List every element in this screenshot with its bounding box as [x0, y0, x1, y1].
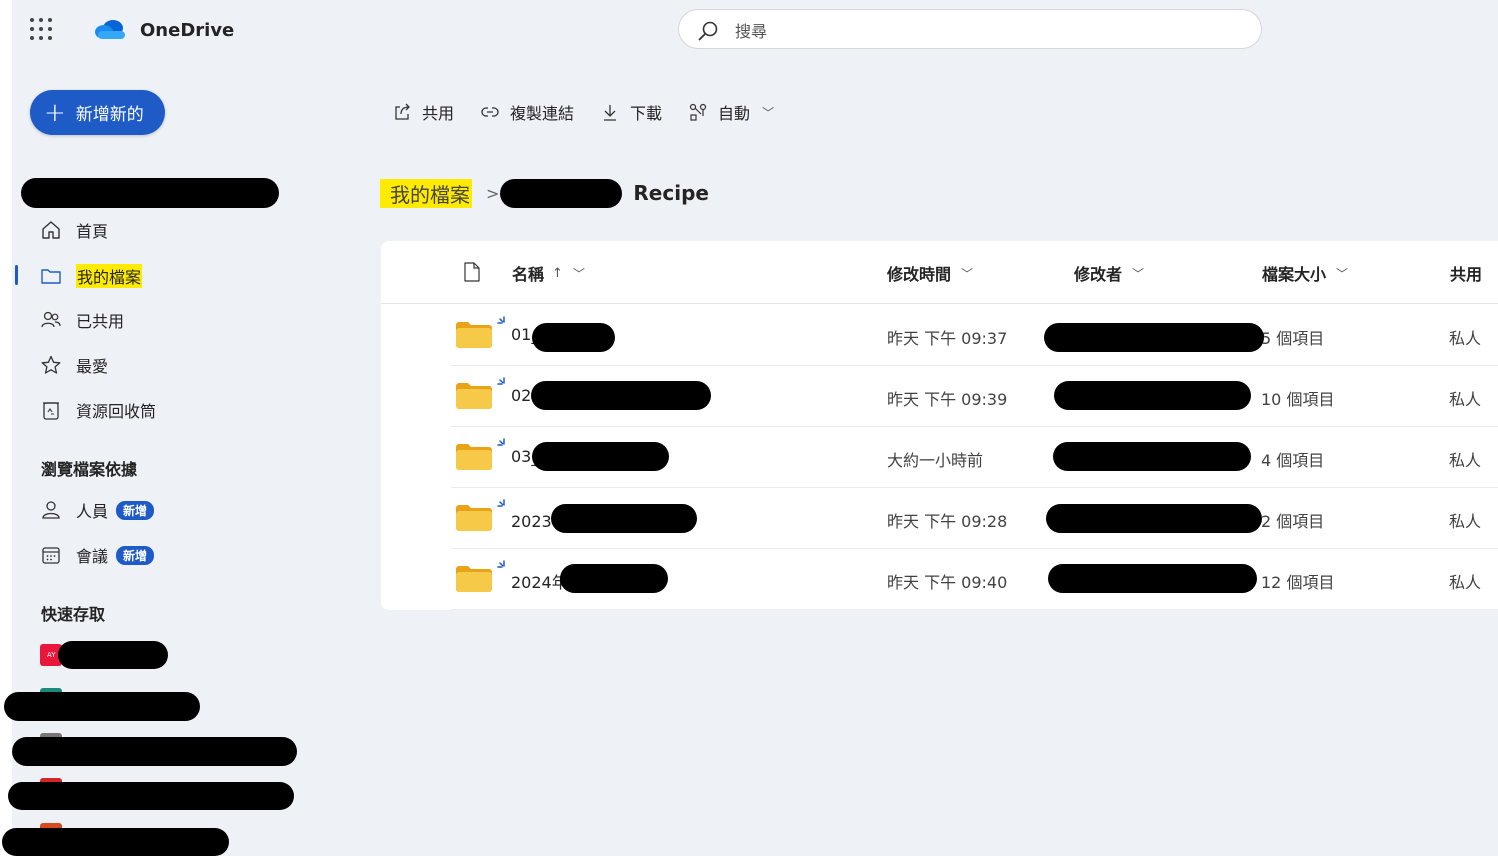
person-icon: [42, 501, 60, 519]
new-item-spark-icon: [497, 316, 505, 324]
column-header-sharing[interactable]: 共用: [1450, 261, 1482, 285]
redacted-modified-by: [1054, 381, 1251, 410]
share-command[interactable]: 共用: [392, 100, 454, 124]
chevron-down-icon: ﹀: [961, 266, 974, 281]
folder-icon: [456, 566, 492, 592]
app-title[interactable]: OneDrive: [140, 20, 234, 41]
home-icon: [42, 221, 60, 239]
redacted-account: [21, 178, 279, 208]
column-header-modified[interactable]: 修改時間 ﹀: [887, 261, 973, 285]
new-button[interactable]: + 新增新的: [30, 90, 165, 135]
left-edge: [0, 0, 12, 856]
folder-icon: [456, 322, 492, 348]
sidebar-item-favorites[interactable]: 最愛: [40, 351, 108, 379]
column-header-modified-by[interactable]: 修改者 ﹀: [1074, 261, 1144, 285]
automate-command[interactable]: 自動 ﹀: [688, 100, 774, 124]
new-badge: 新增: [116, 545, 155, 565]
top-bar: OneDrive: [12, 0, 1498, 62]
file-list: 名稱 ↑ ﹀ 修改時間 ﹀ 修改者 ﹀ 檔案大小 ﹀ 共用 01_ 昨天 下午 …: [381, 241, 1498, 610]
sidebar-item-home[interactable]: 首頁: [40, 216, 108, 244]
onedrive-logo-icon: [95, 20, 125, 39]
column-header-name[interactable]: 名稱 ↑ ﹀: [512, 261, 585, 285]
new-item-spark-icon: [497, 438, 505, 446]
search-box[interactable]: [678, 9, 1262, 49]
app-launcher-icon[interactable]: [30, 18, 52, 40]
breadcrumb-my-files[interactable]: 我的檔案: [380, 178, 472, 208]
link-icon: [481, 107, 499, 117]
sort-ascending-icon: ↑: [552, 265, 563, 281]
recycle-bin-icon: [43, 402, 59, 420]
folder-icon: [456, 444, 492, 470]
sidebar-item-shared[interactable]: 已共用: [40, 306, 124, 334]
column-header-size[interactable]: 檔案大小 ﹀: [1262, 261, 1348, 285]
chevron-down-icon: ﹀: [762, 105, 775, 120]
redacted-quick-access: [12, 737, 297, 766]
share-icon: [395, 103, 410, 120]
search-input[interactable]: [733, 18, 1237, 44]
new-button-label: 新增新的: [75, 105, 144, 125]
redacted-breadcrumb: [500, 179, 622, 208]
chevron-down-icon: ﹀: [1132, 266, 1145, 281]
active-indicator: [15, 265, 18, 285]
chevron-right-icon: >: [486, 183, 500, 203]
redacted-file-name: [532, 442, 669, 471]
redacted-file-name: [532, 323, 615, 352]
sidebar-item-recycle-bin[interactable]: 資源回收筒: [40, 396, 156, 424]
folder-icon: [41, 269, 61, 284]
chevron-down-icon: ﹀: [572, 266, 585, 281]
redacted-quick-access: [8, 782, 294, 810]
redacted-file-name: [551, 504, 697, 533]
calendar-icon: [42, 547, 60, 564]
redacted-quick-access: [4, 692, 200, 721]
sidebar-item-people[interactable]: 人員 新增: [40, 496, 155, 524]
redacted-modified-by: [1048, 564, 1257, 593]
chevron-down-icon: ﹀: [1336, 266, 1349, 281]
download-icon: [604, 105, 617, 121]
plus-icon: +: [44, 97, 66, 128]
command-bar: 共用 複製連結 下載 自動 ﹀: [392, 98, 800, 126]
redacted-file-name: [560, 564, 668, 593]
copy-link-command[interactable]: 複製連結: [480, 100, 574, 124]
redacted-quick-access: [2, 828, 229, 856]
search-icon: [698, 21, 718, 41]
people-icon: [41, 311, 61, 328]
redacted-modified-by: [1046, 504, 1262, 533]
download-command[interactable]: 下載: [600, 100, 662, 124]
quick-access-title: 快速存取: [41, 605, 106, 624]
automate-icon: [689, 103, 707, 121]
new-badge: 新增: [116, 500, 155, 520]
sidebar-item-my-files[interactable]: 我的檔案: [40, 262, 143, 290]
breadcrumb-current: Recipe: [633, 181, 709, 205]
new-item-spark-icon: [497, 499, 505, 507]
folder-icon: [456, 383, 492, 409]
file-type-icon[interactable]: [463, 262, 481, 282]
redacted-file-name: [531, 381, 711, 410]
redacted-modified-by: [1053, 442, 1251, 471]
new-item-spark-icon: [497, 560, 505, 568]
sidebar-item-meetings[interactable]: 會議 新增: [40, 541, 155, 569]
star-icon: [41, 355, 61, 374]
browse-section-title: 瀏覽檔案依據: [41, 460, 138, 479]
file-list-header: 名稱 ↑ ﹀ 修改時間 ﹀ 修改者 ﹀ 檔案大小 ﹀ 共用: [381, 241, 1498, 304]
new-item-spark-icon: [497, 377, 505, 385]
folder-icon: [456, 505, 492, 531]
redacted-quick-access: [58, 641, 168, 669]
redacted-modified-by: [1044, 323, 1264, 352]
